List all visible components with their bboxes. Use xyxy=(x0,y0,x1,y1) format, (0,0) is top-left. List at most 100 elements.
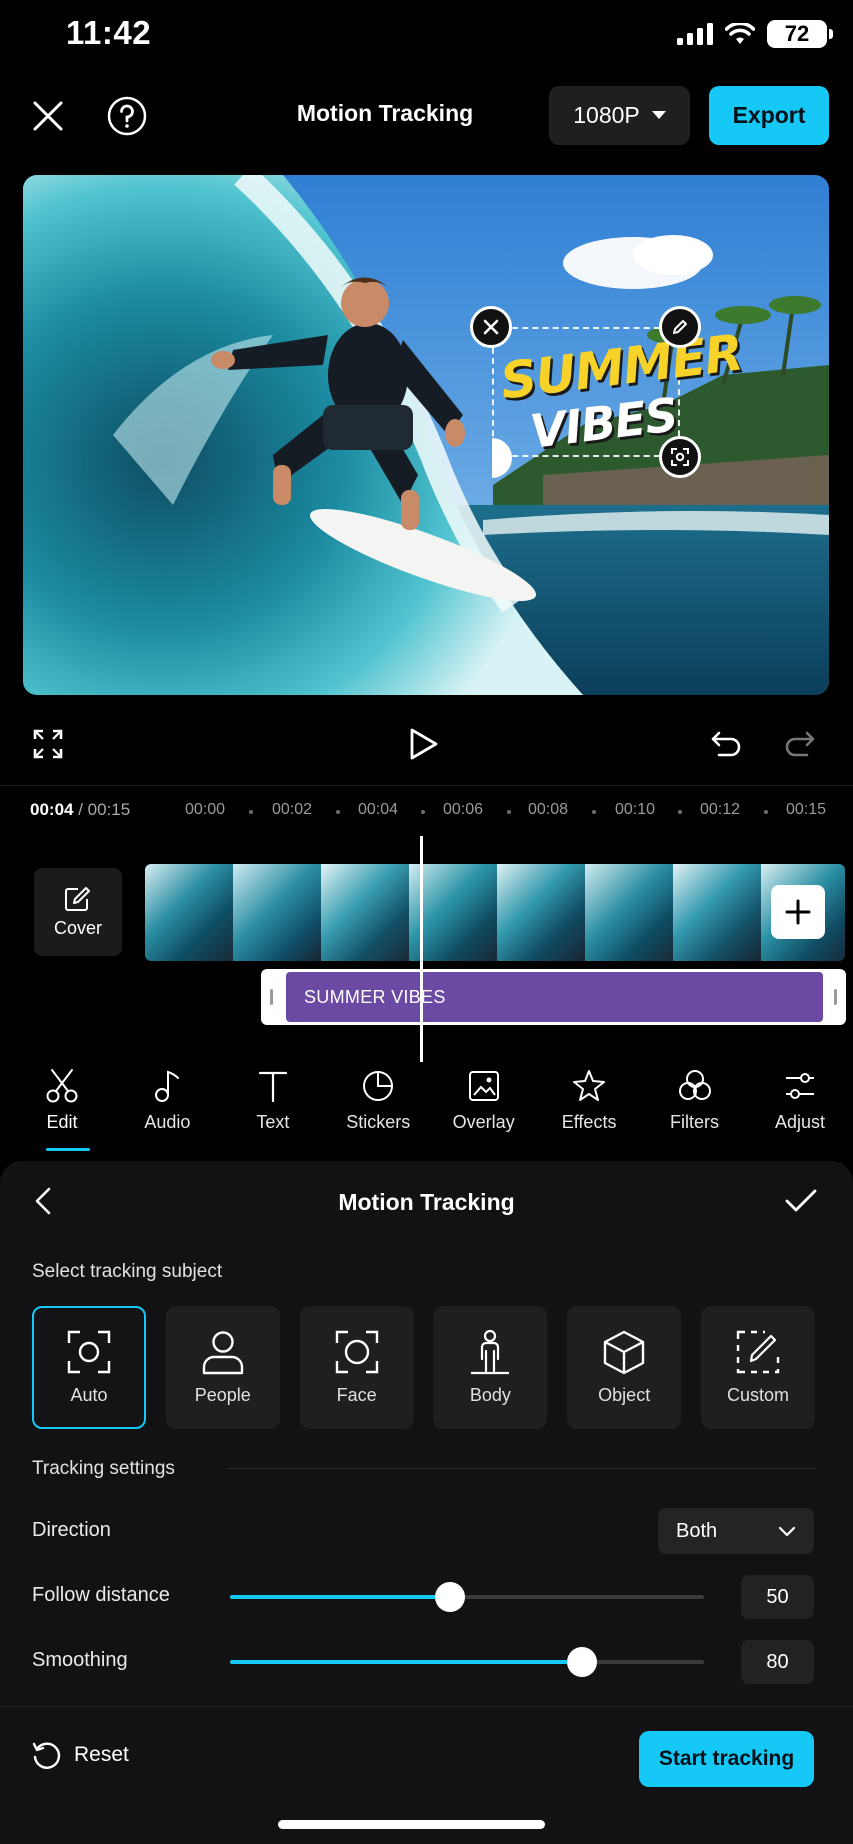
subject-face[interactable]: Face xyxy=(299,1306,414,1429)
subject-object[interactable]: Object xyxy=(567,1306,682,1429)
subject-people[interactable]: People xyxy=(165,1306,280,1429)
subject-body[interactable]: Body xyxy=(433,1306,548,1429)
trim-handle-left[interactable] xyxy=(270,989,273,1005)
redo-button[interactable] xyxy=(782,726,818,762)
signal-icon xyxy=(677,23,713,45)
smoothing-value[interactable]: 80 xyxy=(741,1640,814,1684)
subject-face-label: Face xyxy=(336,1385,377,1405)
edit-overlay-handle[interactable] xyxy=(659,306,701,348)
help-button[interactable] xyxy=(106,95,148,137)
video-frame xyxy=(585,864,673,961)
tab-effects[interactable]: Effects xyxy=(543,1068,635,1148)
tab-overlay[interactable]: Overlay xyxy=(438,1068,530,1148)
export-button[interactable]: Export xyxy=(709,86,829,145)
active-tab-indicator xyxy=(46,1148,90,1151)
video-frame xyxy=(145,864,233,961)
text-clip[interactable]: SUMMER VIBES xyxy=(286,972,823,1022)
tab-adjust-label: Adjust xyxy=(774,1112,825,1132)
body-icon xyxy=(471,1329,510,1375)
play-button[interactable] xyxy=(404,724,444,764)
add-clip-button[interactable] xyxy=(771,885,825,939)
subject-object-label: Object xyxy=(598,1385,651,1405)
reset-icon xyxy=(32,1742,61,1769)
tick-label: 00:08 xyxy=(528,801,569,818)
tab-text-label: Text xyxy=(256,1112,290,1132)
custom-edit-icon xyxy=(736,1330,780,1374)
tick-dot xyxy=(764,810,768,814)
tick-label: 00:04 xyxy=(358,801,399,818)
tick-label: 00:12 xyxy=(700,801,741,818)
tick-label: 00:00 xyxy=(185,801,226,818)
follow-distance-slider[interactable] xyxy=(230,1582,704,1612)
subject-body-label: Body xyxy=(469,1385,511,1405)
video-track[interactable] xyxy=(145,864,845,961)
video-frame xyxy=(233,864,321,961)
settings-divider xyxy=(226,1468,816,1469)
resolution-dropdown[interactable]: 1080P xyxy=(549,86,690,145)
sticker-icon xyxy=(363,1071,394,1101)
confirm-button[interactable] xyxy=(782,1184,820,1218)
tick-dot xyxy=(678,810,682,814)
smoothing-slider[interactable] xyxy=(230,1647,704,1677)
overlay-icon xyxy=(468,1071,499,1101)
cover-label: Cover xyxy=(53,917,102,938)
tab-stickers-label: Stickers xyxy=(346,1112,411,1132)
trim-handle-right[interactable] xyxy=(834,989,837,1005)
caret-down-icon xyxy=(651,111,666,119)
cover-button[interactable]: Cover xyxy=(34,868,122,956)
video-preview[interactable] xyxy=(23,175,829,695)
surfer-scene-image xyxy=(23,175,829,695)
fullscreen-icon xyxy=(33,729,63,759)
focus-frame-icon xyxy=(671,448,689,466)
adjust-sliders-icon xyxy=(785,1073,814,1099)
tab-adjust[interactable]: Adjust xyxy=(754,1068,846,1148)
page-title-text: Motion Tracking xyxy=(296,100,474,126)
close-icon xyxy=(483,319,499,335)
resolution-value: 1080P xyxy=(573,102,640,128)
video-frame xyxy=(497,864,585,961)
effects-star-icon xyxy=(573,1070,606,1101)
direction-label: Direction xyxy=(32,1519,111,1541)
reset-button[interactable]: Reset xyxy=(32,1740,129,1770)
tab-text[interactable]: Text xyxy=(227,1068,319,1148)
current-time: 00:04 xyxy=(30,800,74,819)
filters-icon xyxy=(678,1070,711,1100)
tab-overlay-label: Overlay xyxy=(452,1112,515,1132)
tick-label: 00:06 xyxy=(443,801,484,818)
close-icon xyxy=(33,101,63,131)
follow-distance-knob[interactable] xyxy=(435,1582,465,1612)
playhead[interactable] xyxy=(420,836,423,1062)
tracking-overlay-handle[interactable] xyxy=(659,436,701,478)
tab-edit[interactable]: Edit xyxy=(16,1068,108,1148)
video-frame xyxy=(673,864,761,961)
tab-effects-label: Effects xyxy=(561,1112,617,1132)
follow-distance-fill xyxy=(230,1595,450,1599)
fullscreen-button[interactable] xyxy=(30,726,66,762)
follow-distance-value[interactable]: 50 xyxy=(741,1575,814,1619)
subject-custom[interactable]: Custom xyxy=(700,1306,815,1429)
tab-filters-label: Filters xyxy=(670,1112,720,1132)
direction-select[interactable]: Both xyxy=(658,1508,814,1554)
controls-divider xyxy=(0,785,853,786)
reset-label: Reset xyxy=(74,1743,129,1766)
tab-stickers[interactable]: Stickers xyxy=(332,1068,424,1148)
close-button[interactable] xyxy=(28,96,68,136)
direction-value: Both xyxy=(676,1519,718,1542)
panel-title: Motion Tracking xyxy=(338,1189,515,1215)
delete-overlay-handle[interactable] xyxy=(470,306,512,348)
video-frame xyxy=(321,864,409,961)
subject-custom-label: Custom xyxy=(726,1385,789,1405)
tick-dot xyxy=(336,810,340,814)
subject-auto[interactable]: Auto xyxy=(32,1306,146,1429)
subject-people-label: People xyxy=(194,1385,251,1405)
chevron-down-icon xyxy=(778,1526,796,1536)
start-tracking-button[interactable]: Start tracking xyxy=(639,1731,814,1787)
undo-button[interactable] xyxy=(708,726,744,762)
tab-filters[interactable]: Filters xyxy=(649,1068,741,1148)
smoothing-knob[interactable] xyxy=(567,1647,597,1677)
tab-audio[interactable]: Audio xyxy=(121,1068,213,1148)
plus-icon xyxy=(785,899,811,925)
battery-indicator: 72 xyxy=(767,20,833,48)
status-time: 11:42 xyxy=(66,14,152,51)
tick-dot xyxy=(249,810,253,814)
